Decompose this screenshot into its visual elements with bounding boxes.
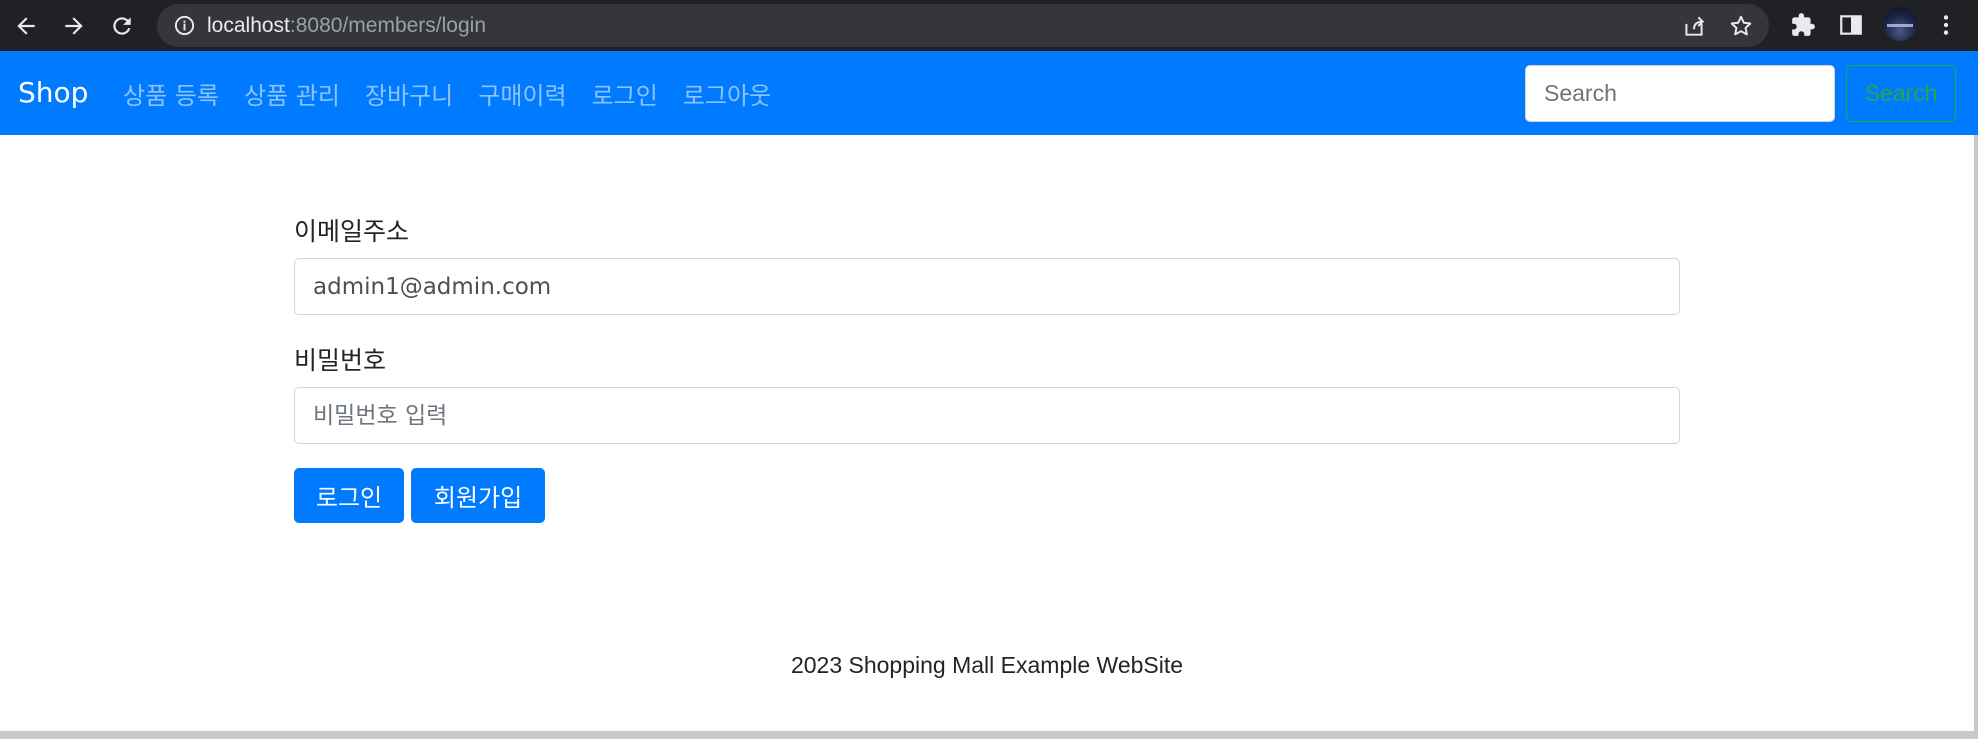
email-field[interactable]: [294, 258, 1680, 315]
nav-link-logout[interactable]: 로그아웃: [683, 76, 771, 111]
login-button[interactable]: 로그인: [294, 468, 404, 523]
password-field[interactable]: [294, 387, 1680, 444]
star-icon[interactable]: [1728, 13, 1754, 39]
window-edge-bottom: [0, 731, 1978, 739]
kebab-menu-icon[interactable]: [1931, 10, 1961, 40]
nav-link-item-manage[interactable]: 상품 관리: [244, 76, 340, 111]
email-label: 이메일주소: [294, 217, 410, 246]
window-edge-right: [1974, 135, 1978, 739]
url-text: localhost:8080/members/login: [207, 4, 486, 47]
nav-link-cart[interactable]: 장바구니: [365, 76, 453, 111]
share-icon[interactable]: [1681, 13, 1707, 39]
address-bar[interactable]: localhost:8080/members/login: [157, 4, 1769, 47]
brand-link[interactable]: Shop: [18, 51, 88, 135]
browser-toolbar: localhost:8080/members/login: [0, 0, 1978, 51]
puzzle-icon[interactable]: [1788, 10, 1818, 40]
nav-links: 상품 등록 상품 관리 장바구니 구매이력 로그인 로그아웃: [123, 51, 796, 135]
nav-link-order-history[interactable]: 구매이력: [478, 76, 566, 111]
search-button[interactable]: Search: [1846, 65, 1956, 122]
nav-link-login[interactable]: 로그인: [592, 76, 658, 111]
url-host: localhost: [207, 14, 290, 37]
footer-text: 2023 Shopping Mall Example WebSite: [790, 652, 1184, 678]
arrow-right-icon[interactable]: [56, 8, 92, 44]
url-path: :8080/members/login: [289, 14, 486, 37]
side-panel-icon[interactable]: [1836, 10, 1866, 40]
nav-link-item-register[interactable]: 상품 등록: [123, 76, 219, 111]
profile-avatar[interactable]: [1883, 7, 1917, 41]
search-input[interactable]: [1525, 65, 1835, 122]
arrow-left-icon[interactable]: [8, 8, 44, 44]
password-label: 비밀번호: [294, 346, 387, 375]
info-icon[interactable]: [173, 14, 196, 37]
reload-icon[interactable]: [104, 8, 140, 44]
signup-button[interactable]: 회원가입: [411, 468, 545, 523]
